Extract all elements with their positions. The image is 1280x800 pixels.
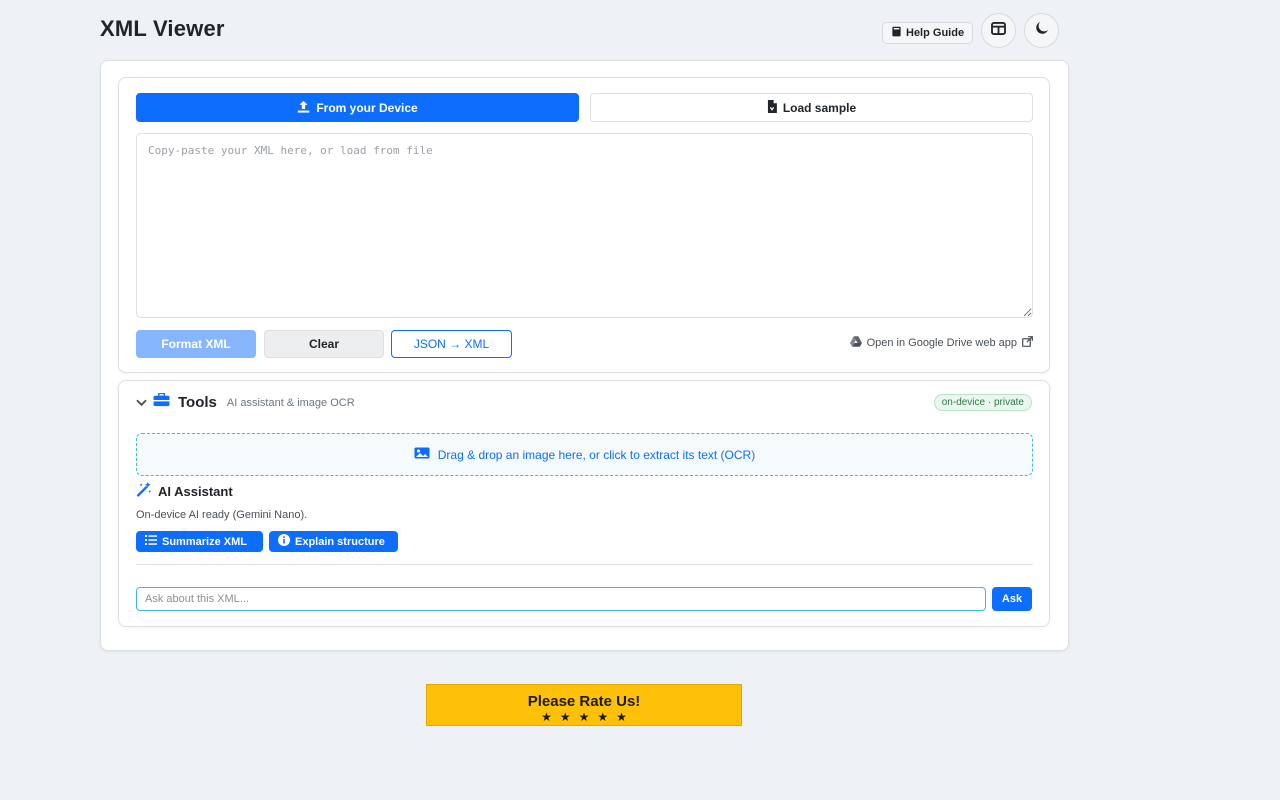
from-device-label: From your Device (316, 100, 418, 115)
load-sample-button[interactable]: Load sample (590, 93, 1033, 122)
google-drive-label: Open in Google Drive web app (866, 337, 1017, 349)
layout-toggle-button[interactable] (981, 13, 1017, 48)
json-to-xml-button[interactable]: JSON → XML (391, 330, 512, 358)
google-drive-link[interactable]: Open in Google Drive web app (849, 336, 1033, 350)
google-drive-icon (849, 336, 862, 350)
editor-card: From your Device Load sample Format XML … (118, 77, 1050, 373)
tools-toggle[interactable]: Tools AI assistant & image OCR (136, 392, 355, 412)
tools-subtitle: AI assistant & image OCR (226, 396, 355, 409)
magic-wand-icon (136, 482, 152, 500)
clear-button[interactable]: Clear (264, 330, 384, 358)
ocr-dropzone[interactable]: Drag & drop an image here, or click to e… (136, 433, 1033, 476)
moon-icon (1035, 21, 1049, 40)
image-icon (414, 447, 430, 462)
divider (136, 564, 1033, 565)
format-xml-button[interactable]: Format XML (136, 330, 256, 358)
ask-input[interactable] (136, 587, 986, 611)
help-guide-label: Help Guide (906, 27, 965, 39)
load-sample-label: Load sample (782, 100, 857, 115)
ask-button[interactable]: Ask (992, 587, 1032, 611)
ai-assistant-heading: AI Assistant (136, 482, 233, 500)
privacy-badge: on-device · private (933, 394, 1032, 411)
xml-input[interactable] (136, 133, 1033, 318)
tools-card: Tools AI assistant & image OCR on-device… (118, 380, 1050, 627)
info-icon (278, 534, 290, 549)
rate-us-label: Please Rate Us! (527, 693, 641, 710)
rating-stars: ★★★★★ (541, 710, 635, 724)
toolbox-icon (153, 392, 170, 412)
help-guide-button[interactable]: Help Guide (882, 22, 974, 44)
from-device-button[interactable]: From your Device (136, 93, 579, 122)
book-icon (891, 26, 902, 40)
dropzone-text: Drag & drop an image here, or click to e… (437, 447, 756, 462)
explain-structure-button[interactable]: Explain structure (269, 531, 398, 552)
rate-us-button[interactable]: Please Rate Us! ★★★★★ (426, 684, 742, 726)
explain-structure-label: Explain structure (295, 535, 385, 548)
summarize-xml-button[interactable]: Summarize XML (136, 531, 263, 552)
layout-icon (991, 21, 1006, 40)
tools-title: Tools (178, 394, 217, 411)
chevron-down-icon (136, 394, 147, 412)
file-icon (767, 99, 777, 116)
upload-icon (297, 100, 310, 116)
page-title: XML Viewer (100, 16, 225, 41)
ai-assistant-title: AI Assistant (158, 483, 233, 499)
dark-mode-button[interactable] (1024, 13, 1060, 48)
summarize-xml-label: Summarize XML (162, 535, 247, 548)
list-icon (145, 535, 157, 548)
ai-status-text: On-device AI ready (Gemini Nano). (136, 509, 308, 521)
top-actions: Help Guide (882, 13, 1060, 48)
external-link-icon (1022, 336, 1033, 350)
